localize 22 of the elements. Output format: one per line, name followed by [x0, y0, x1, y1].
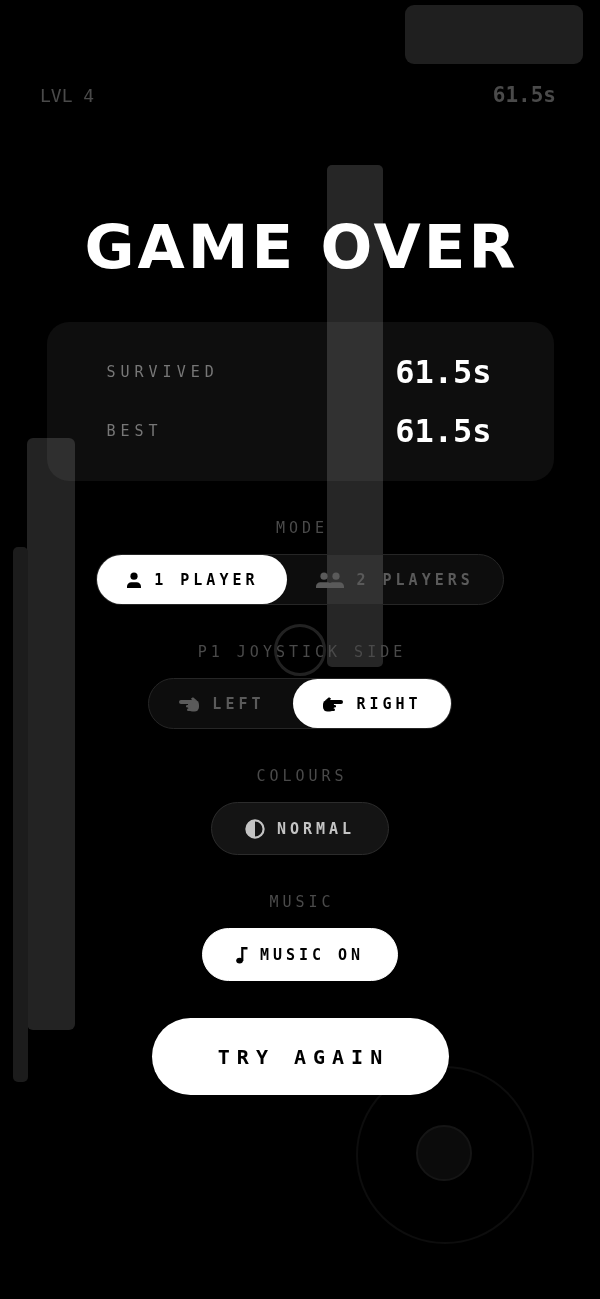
section-label: MUSIC	[268, 893, 335, 911]
level-label: LVL 4	[40, 84, 95, 106]
music-note-icon	[235, 945, 248, 964]
option-tab[interactable]: 1 PLAYER	[97, 555, 288, 604]
try-again-button[interactable]: TRY AGAIN	[151, 1018, 449, 1095]
section-label: MODE	[274, 519, 329, 537]
toggle-button[interactable]: MUSIC ON	[201, 928, 399, 981]
stat-label: SURVIVED	[106, 363, 219, 381]
option-tab[interactable]: RIGHT	[293, 679, 451, 728]
timer-readout: 61.5s	[492, 83, 556, 107]
stat-label: BEST	[106, 422, 163, 440]
section-label: P1 JOYSTICK SIDE	[196, 643, 407, 661]
hand-pointing-left-icon	[178, 695, 201, 712]
two-people-icon	[316, 571, 345, 588]
toggle-button[interactable]: NORMAL	[210, 802, 390, 855]
hand-pointing-right-icon	[322, 695, 345, 712]
section-label: COLOURS	[255, 767, 348, 785]
game-over-title: GAME OVER	[83, 216, 519, 278]
half-filled-circle-icon	[244, 818, 265, 839]
person-icon	[126, 571, 143, 588]
stat-value: 61.5s	[395, 412, 492, 450]
stat-value: 61.5s	[395, 353, 492, 391]
